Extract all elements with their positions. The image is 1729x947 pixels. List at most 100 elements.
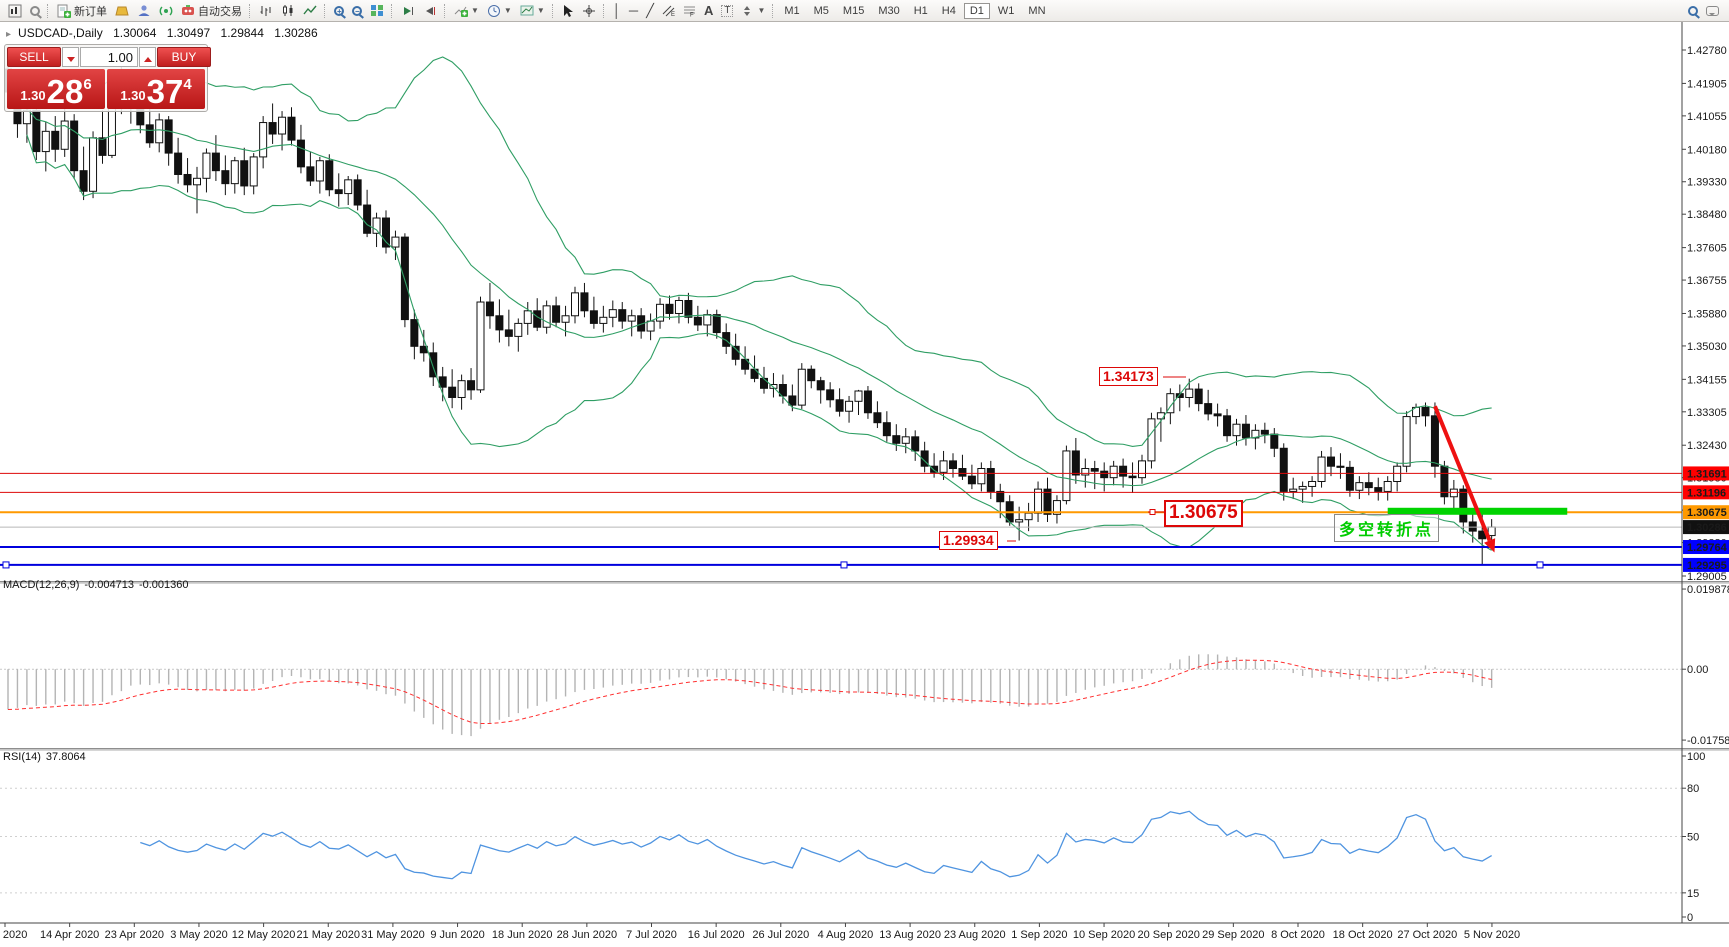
zoom-in-button[interactable]: + [330, 2, 348, 20]
timeframe-mn[interactable]: MN [1022, 3, 1051, 19]
date-label: 23 Aug 2020 [944, 929, 1006, 941]
volume-decrease-button[interactable] [62, 47, 79, 67]
price-highlight-1.29295: 1.29295 [1687, 560, 1727, 572]
arrows-tool[interactable]: ▼ [737, 2, 769, 20]
timeframe-m30[interactable]: M30 [872, 3, 905, 19]
date-label: 27 Oct 2020 [1397, 929, 1457, 941]
auto-trading-button[interactable]: 自动交易 [177, 2, 246, 20]
label-tool[interactable]: T [717, 2, 737, 20]
symbol-marker-icon: ▸ [6, 29, 11, 40]
date-label: 16 Jul 2020 [688, 929, 745, 941]
macd-indicator-label: MACD(12,26,9)-0.004713-0.001360 [3, 579, 194, 591]
text-tool[interactable]: A [700, 2, 717, 20]
indicators-button[interactable]: ▼ [450, 2, 483, 20]
new-order-button[interactable]: 新订单 [53, 2, 111, 20]
community-button[interactable] [133, 2, 155, 20]
zoom-out-button[interactable]: − [348, 2, 366, 20]
channel-tool[interactable]: E [658, 2, 679, 20]
main-toolbar: 新订单 自动交易 + − ▼ ▼ ▼ [0, 0, 1729, 22]
label-icon: T [721, 5, 733, 17]
pivot-text-label[interactable]: 多空转折点 [1334, 514, 1439, 542]
timeframe-h4[interactable]: H4 [936, 3, 962, 19]
buy-price-display[interactable]: 1.30374 [107, 69, 205, 109]
chart-shift-button[interactable] [419, 2, 441, 20]
timeframe-m1[interactable]: M1 [778, 3, 805, 19]
line-chart-button[interactable] [299, 2, 321, 20]
auto-scroll-button[interactable] [397, 2, 419, 20]
chart-window-icon [8, 4, 22, 18]
price-label-peak[interactable]: 1.34173 [1099, 367, 1158, 386]
date-label: 10 Sep 2020 [1073, 929, 1135, 941]
tile-windows-icon [370, 4, 384, 17]
sell-price-display[interactable]: 1.30286 [7, 69, 105, 109]
one-click-trading-panel: SELL BUY 1.30286 1.30374 [4, 44, 208, 112]
date-label: 12 May 2020 [232, 929, 296, 941]
templates-icon [520, 4, 534, 17]
horizontal-line-tool[interactable]: ─ [625, 2, 642, 20]
indicators-caret-icon: ▼ [471, 6, 479, 15]
chart-title: ▸USDCAD-,Daily 1.30064 1.30497 1.29844 1… [6, 26, 325, 40]
date-label: 9 Jun 2020 [430, 929, 484, 941]
date-label: 26 Jul 2020 [752, 929, 809, 941]
timeframe-m15[interactable]: M15 [837, 3, 870, 19]
chart-shift-icon [423, 5, 437, 17]
chart-area: 1.427801.419051.410551.401801.393301.384… [0, 22, 1729, 947]
timeframe-h1[interactable]: H1 [908, 3, 934, 19]
timeframe-w1[interactable]: W1 [992, 3, 1021, 19]
bar-chart-button[interactable] [255, 2, 277, 20]
indicator-window-button[interactable] [4, 2, 26, 20]
search-icon[interactable] [1688, 6, 1698, 16]
price-label-low[interactable]: 1.29934 [939, 531, 998, 550]
date-label: 21 May 2020 [296, 929, 360, 941]
volume-down-icon [67, 57, 75, 62]
date-label: 13 Aug 2020 [879, 929, 941, 941]
trendline-tool[interactable]: ╱ [642, 2, 658, 20]
price-tick: 1.40180 [1687, 144, 1727, 156]
arrows-icon [741, 5, 754, 17]
tile-windows-button[interactable] [366, 2, 388, 20]
symbol-period-label: USDCAD-,Daily [18, 26, 103, 40]
date-label: 20 Sep 2020 [1138, 929, 1200, 941]
crosshair-icon [582, 4, 596, 18]
market-icon [115, 5, 129, 17]
chat-icon[interactable] [1706, 6, 1719, 16]
vline-icon: │ [613, 4, 621, 17]
cursor-button[interactable] [558, 2, 578, 20]
vertical-line-tool[interactable]: │ [609, 2, 625, 20]
price-tick: 1.35880 [1687, 308, 1727, 320]
date-label: 3 May 2020 [170, 929, 227, 941]
rsi-tick: 80 [1687, 783, 1699, 795]
price-label-pivot[interactable]: 1.30675 [1164, 500, 1243, 527]
rsi-value: 37.8064 [46, 751, 86, 763]
date-label: 23 Apr 2020 [105, 929, 164, 941]
macd-tick: 0.00 [1687, 664, 1708, 676]
candlestick-chart-button[interactable] [277, 2, 299, 20]
buy-price-base: 1.30 [120, 88, 145, 103]
periods-button[interactable]: ▼ [483, 2, 516, 20]
timeframe-m5[interactable]: M5 [808, 3, 835, 19]
quick-navigate-button[interactable] [26, 2, 44, 20]
price-tick: 1.41905 [1687, 78, 1727, 90]
cursor-icon [562, 4, 574, 18]
price-tick: 1.36755 [1687, 275, 1727, 287]
timeframe-d1[interactable]: D1 [964, 3, 990, 19]
date-label: 8 Oct 2020 [1271, 929, 1325, 941]
price-highlight-1.30675: 1.30675 [1687, 507, 1727, 519]
svg-text:F: F [690, 12, 694, 17]
volume-input[interactable] [80, 47, 138, 67]
buy-button[interactable]: BUY [157, 47, 211, 67]
price-chart-canvas[interactable]: 1.427801.419051.410551.401801.393301.384… [0, 22, 1729, 947]
crosshair-button[interactable] [578, 2, 600, 20]
market-button[interactable] [111, 2, 133, 20]
low-value: 1.29844 [221, 26, 264, 40]
price-tick: 1.33305 [1687, 407, 1727, 419]
signals-button[interactable] [155, 2, 177, 20]
quick-zoom-icon [30, 6, 40, 16]
fibonacci-tool[interactable]: F [679, 2, 700, 20]
sell-button[interactable]: SELL [7, 47, 61, 67]
close-value: 1.30286 [274, 26, 317, 40]
price-tick: 1.34155 [1687, 374, 1727, 386]
templates-button[interactable]: ▼ [516, 2, 549, 20]
periods-caret-icon: ▼ [504, 6, 512, 15]
volume-increase-button[interactable] [139, 47, 156, 67]
